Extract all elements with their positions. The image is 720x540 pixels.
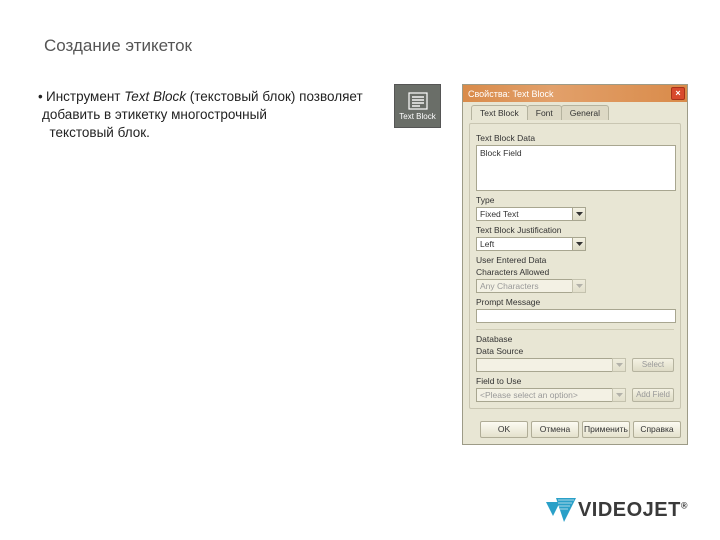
description-text: • Инструмент Text Block (текстовый блок)… (42, 88, 402, 143)
tabs: Text Block Font General (471, 105, 681, 120)
cancel-button[interactable]: Отмена (531, 421, 579, 438)
add-field-button: Add Field (632, 388, 674, 402)
dialog-button-bar: OK Отмена Применить Справка (463, 415, 687, 444)
properties-dialog: Свойства: Text Block × Text Block Font G… (462, 84, 688, 445)
page-title: Создание этикеток (44, 36, 192, 56)
type-dropdown[interactable]: Fixed Text (476, 207, 586, 221)
label-field-to-use: Field to Use (476, 376, 674, 386)
help-button[interactable]: Справка (633, 421, 681, 438)
field-to-use-value: <Please select an option> (476, 388, 612, 402)
label-data-source: Data Source (476, 346, 674, 356)
dialog-title: Свойства: Text Block (468, 89, 554, 99)
chevron-down-icon (612, 358, 626, 372)
logo-mark-icon (546, 498, 576, 522)
divider (476, 329, 674, 330)
chevron-down-icon (612, 388, 626, 402)
label-user-entered: User Entered Data (476, 255, 674, 265)
chevron-down-icon (572, 207, 586, 221)
videojet-logo: VIDEOJET® (546, 498, 688, 522)
logo-text: VIDEOJET® (578, 499, 688, 522)
label-chars-allowed: Characters Allowed (476, 267, 674, 277)
type-dropdown-value: Fixed Text (476, 207, 572, 221)
data-source-dropdown (476, 358, 626, 372)
label-text-block-data: Text Block Data (476, 133, 674, 143)
chevron-down-icon (572, 279, 586, 293)
ok-button[interactable]: OK (480, 421, 528, 438)
label-database: Database (476, 334, 674, 344)
chevron-down-icon (572, 237, 586, 251)
tab-text-block[interactable]: Text Block (471, 105, 528, 120)
tab-general[interactable]: General (561, 105, 609, 120)
tab-panel-text-block: Text Block Data Block Field Type Fixed T… (469, 123, 681, 409)
label-justification: Text Block Justification (476, 225, 674, 235)
text-block-data-input[interactable]: Block Field (476, 145, 676, 191)
label-type: Type (476, 195, 674, 205)
titlebar[interactable]: Свойства: Text Block × (463, 85, 687, 102)
text-block-tool-label: Text Block (399, 112, 435, 121)
apply-button[interactable]: Применить (582, 421, 630, 438)
data-source-value (476, 358, 612, 372)
close-icon: × (675, 89, 680, 98)
justification-dropdown-value: Left (476, 237, 572, 251)
chars-allowed-value: Any Characters (476, 279, 572, 293)
bullet-icon: • (38, 88, 43, 106)
select-button: Select (632, 358, 674, 372)
justification-dropdown[interactable]: Left (476, 237, 586, 251)
text-block-tool-icon[interactable]: Text Block (394, 84, 441, 128)
field-to-use-dropdown: <Please select an option> (476, 388, 626, 402)
text-lines-icon (408, 92, 428, 110)
label-prompt-message: Prompt Message (476, 297, 674, 307)
chars-allowed-dropdown: Any Characters (476, 279, 586, 293)
tab-font[interactable]: Font (527, 105, 562, 120)
prompt-message-input[interactable] (476, 309, 676, 323)
close-button[interactable]: × (671, 87, 685, 100)
